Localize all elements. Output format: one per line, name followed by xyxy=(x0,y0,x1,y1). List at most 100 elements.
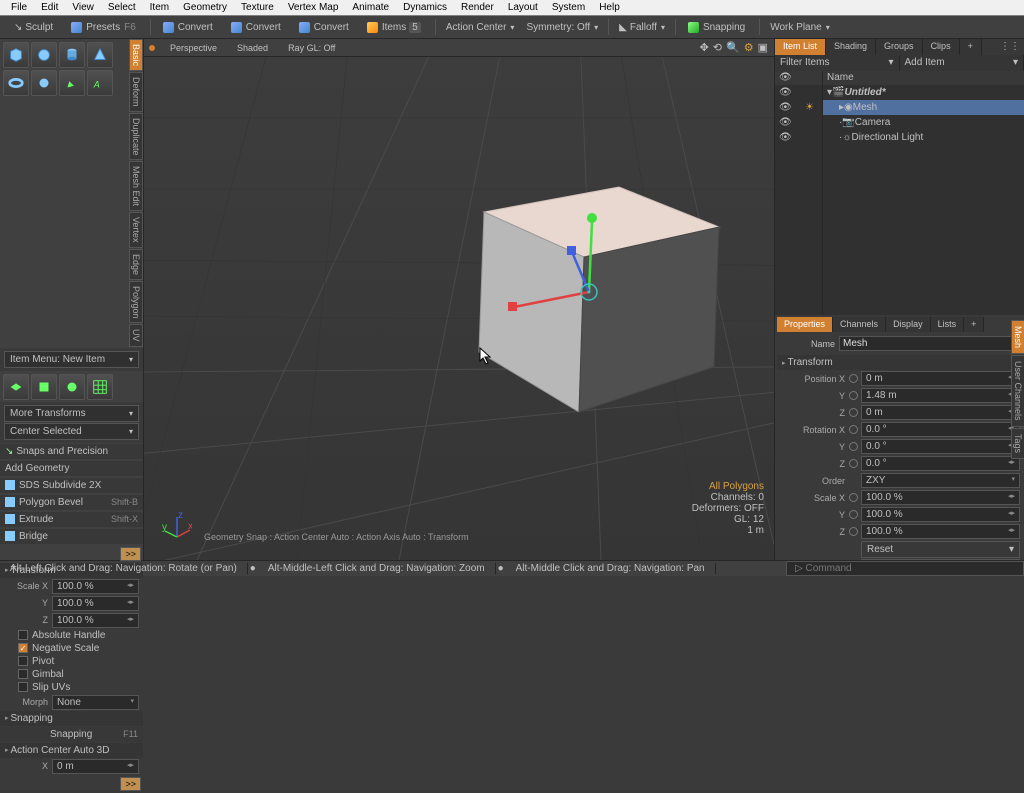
item-row-scene[interactable]: ▾ 🎬Untitled* xyxy=(823,85,1024,100)
vtab-mesh[interactable]: Mesh xyxy=(1011,320,1024,354)
tab-item-list[interactable]: Item List xyxy=(775,39,826,55)
vtab-basic[interactable]: Basic xyxy=(129,39,143,71)
rotation-z-input[interactable]: 0.0 °◂▸ xyxy=(861,456,1020,471)
polygon-bevel-button[interactable]: Polygon BevelShift-B xyxy=(0,495,143,510)
convert-button-2[interactable]: Convert xyxy=(223,20,289,35)
menu-geometry[interactable]: Geometry xyxy=(176,1,234,14)
menu-render[interactable]: Render xyxy=(454,1,501,14)
item-row-camera[interactable]: · 📷Camera xyxy=(823,115,1024,130)
vp-settings-icon[interactable]: ⚙ xyxy=(744,41,754,54)
scale-y-input[interactable]: 100.0 %◂▸ xyxy=(52,596,139,611)
vtab-tags[interactable]: Tags xyxy=(1011,428,1024,459)
panel-options-icon[interactable]: ⋮⋮ xyxy=(996,39,1024,55)
freeze-button[interactable]: Freeze▾ xyxy=(861,559,1020,560)
vtab-deform[interactable]: Deform xyxy=(129,72,143,112)
position-y-input[interactable]: 1.48 m◂▸ xyxy=(861,388,1020,403)
scale-z-input[interactable]: 100.0 %◂▸ xyxy=(52,613,139,628)
tool-sphere[interactable] xyxy=(31,42,57,68)
menu-vertex-map[interactable]: Vertex Map xyxy=(281,1,346,14)
rotation-y-input[interactable]: 0.0 °◂▸ xyxy=(861,439,1020,454)
snapping-section-header[interactable]: Snapping xyxy=(0,711,143,726)
action-center-dropdown[interactable]: Action Center▾ xyxy=(440,20,521,35)
mesh-cube[interactable] xyxy=(464,152,734,432)
scale-x-input[interactable]: 100.0 %◂▸ xyxy=(52,579,139,594)
menu-dynamics[interactable]: Dynamics xyxy=(396,1,454,14)
position-z-input[interactable]: 0 m◂▸ xyxy=(861,405,1020,420)
presets-button[interactable]: PresetsF6 xyxy=(63,20,144,35)
snapping-toggle[interactable]: SnappingF11 xyxy=(0,727,143,742)
order-dropdown[interactable]: ZXY▾ xyxy=(861,473,1020,488)
x-input[interactable]: 0 m◂▸ xyxy=(52,759,139,774)
rot-x-key[interactable] xyxy=(849,425,858,434)
tool-capsule[interactable] xyxy=(31,70,57,96)
tool-extra-4[interactable] xyxy=(87,374,113,400)
p-scale-y-input[interactable]: 100.0 %◂▸ xyxy=(861,507,1020,522)
filter-items-dropdown[interactable]: Filter Items▾ xyxy=(775,55,900,71)
rotation-x-input[interactable]: 0.0 °◂▸ xyxy=(861,422,1020,437)
tab-props-add[interactable]: + xyxy=(964,317,984,332)
item-row-mesh[interactable]: ▸ ◉Mesh xyxy=(823,100,1024,115)
menu-help[interactable]: Help xyxy=(592,1,627,14)
absolute-handle-checkbox[interactable] xyxy=(18,630,28,640)
menu-animate[interactable]: Animate xyxy=(345,1,396,14)
vtab-user-channels[interactable]: User Channels xyxy=(1011,355,1024,427)
tab-add[interactable]: + xyxy=(960,39,982,55)
menu-file[interactable]: File xyxy=(4,1,34,14)
viewport-3d[interactable]: All Polygons Channels: 0 Deformers: OFF … xyxy=(144,57,774,560)
vtab-duplicate[interactable]: Duplicate xyxy=(129,113,143,161)
vp-move-icon[interactable]: ✥ xyxy=(700,41,709,54)
tool-extra-1[interactable] xyxy=(3,374,29,400)
tool-cube[interactable] xyxy=(3,42,29,68)
snapping-button[interactable]: Snapping xyxy=(680,20,753,35)
more-transforms-dropdown[interactable]: More Transforms▾ xyxy=(4,405,139,422)
action-center-section-header[interactable]: Action Center Auto 3D xyxy=(0,743,143,758)
scl-z-key[interactable] xyxy=(849,527,858,536)
slip-uvs-checkbox[interactable] xyxy=(18,682,28,692)
command-input[interactable]: ▷ Command xyxy=(786,561,1024,576)
item-menu-dropdown[interactable]: Item Menu: New Item▾ xyxy=(4,351,139,368)
expand-button-2[interactable]: >> xyxy=(120,777,141,791)
symmetry-dropdown[interactable]: Symmetry: Off▾ xyxy=(520,20,604,35)
vis-toggle-camera[interactable]: 👁 xyxy=(779,117,791,128)
tool-cylinder[interactable] xyxy=(59,42,85,68)
tab-display[interactable]: Display xyxy=(886,317,931,332)
vp-tab-raygl[interactable]: Ray GL: Off xyxy=(278,41,345,55)
vis-toggle-light[interactable]: 👁 xyxy=(779,132,791,143)
tool-torus[interactable] xyxy=(3,70,29,96)
menu-system[interactable]: System xyxy=(545,1,592,14)
tool-extra-3[interactable] xyxy=(59,374,85,400)
bridge-button[interactable]: Bridge xyxy=(0,529,143,544)
reset-button[interactable]: Reset▾ xyxy=(861,541,1020,558)
menu-select[interactable]: Select xyxy=(101,1,143,14)
sds-subdivide-button[interactable]: SDS Subdivide 2X xyxy=(0,478,143,493)
scl-y-key[interactable] xyxy=(849,510,858,519)
render-toggle-mesh[interactable]: ☀ xyxy=(805,102,814,113)
convert-button-1[interactable]: Convert xyxy=(155,20,221,35)
vtab-mesh-edit[interactable]: Mesh Edit xyxy=(129,161,143,211)
falloff-dropdown[interactable]: ◣Falloff▾ xyxy=(613,20,671,35)
tab-channels[interactable]: Channels xyxy=(833,317,886,332)
pos-y-key[interactable] xyxy=(849,391,858,400)
negative-scale-checkbox[interactable] xyxy=(18,643,28,653)
menu-texture[interactable]: Texture xyxy=(234,1,281,14)
pivot-checkbox[interactable] xyxy=(18,656,28,666)
tab-clips[interactable]: Clips xyxy=(923,39,960,55)
tool-cone[interactable] xyxy=(87,42,113,68)
menu-layout[interactable]: Layout xyxy=(501,1,545,14)
menu-view[interactable]: View xyxy=(65,1,101,14)
morph-dropdown[interactable]: None▾ xyxy=(52,695,139,710)
scl-x-key[interactable] xyxy=(849,493,858,502)
menu-item[interactable]: Item xyxy=(143,1,176,14)
rot-y-key[interactable] xyxy=(849,442,858,451)
pos-x-key[interactable] xyxy=(849,374,858,383)
vtab-uv[interactable]: UV xyxy=(129,324,143,347)
tab-properties[interactable]: Properties xyxy=(777,317,833,332)
tab-groups[interactable]: Groups xyxy=(876,39,923,55)
rot-z-key[interactable] xyxy=(849,459,858,468)
menu-edit[interactable]: Edit xyxy=(34,1,65,14)
expand-button-1[interactable]: >> xyxy=(120,547,141,561)
extrude-button[interactable]: ExtrudeShift-X xyxy=(0,512,143,527)
tool-text[interactable]: A xyxy=(87,70,113,96)
tab-lists[interactable]: Lists xyxy=(931,317,965,332)
tool-pen[interactable] xyxy=(59,70,85,96)
